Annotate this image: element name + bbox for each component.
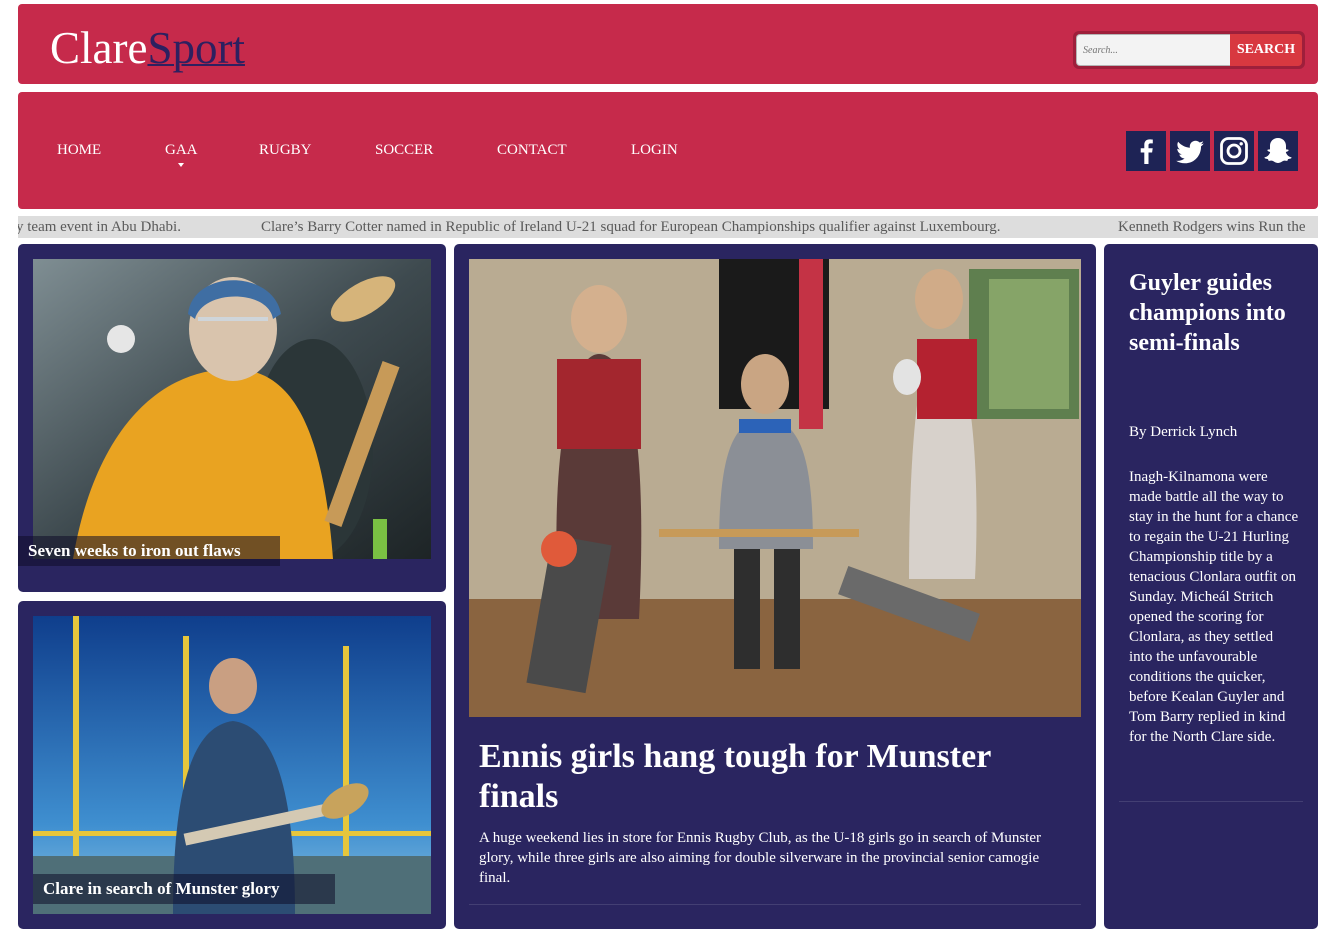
sidebar-headline[interactable]: Guyler guides champions into semi-finals [1129, 268, 1299, 358]
ticker-item[interactable]: Clare’s Barry Cotter named in Republic o… [261, 216, 1001, 238]
ticker-item[interactable]: y team event in Abu Dhabi. [18, 216, 181, 238]
nav-item-soccer[interactable]: SOCCER [375, 142, 433, 159]
story-card-top-left: Seven weeks to iron out flaws [18, 244, 446, 592]
sidebar-excerpt: Inagh-Kilnamona were made battle all the… [1129, 469, 1299, 745]
feature-excerpt: A huge weekend lies in store for Ennis R… [479, 830, 1041, 886]
facebook-icon[interactable] [1126, 131, 1166, 171]
news-ticker: y team event in Abu Dhabi. Clare’s Barry… [18, 216, 1318, 238]
site-logo[interactable]: ClareSport [50, 22, 245, 74]
author-byline: By Derrick Lynch [1129, 424, 1238, 440]
story-caption[interactable]: Clare in search of Munster glory [33, 874, 335, 904]
search-form: SEARCH [1073, 31, 1305, 69]
instagram-icon[interactable] [1214, 131, 1254, 171]
nav-item-gaa[interactable]: GAA [165, 142, 198, 167]
story-card-bottom-left: Clare in search of Munster glory [18, 601, 446, 929]
feature-headline[interactable]: Ennis girls hang tough for Munster final… [479, 737, 1069, 817]
main-navigation: HOME GAA RUGBY SOCCER CONTACT LOGIN [18, 92, 1318, 209]
ticker-item[interactable]: Kenneth Rodgers wins Run the [1118, 216, 1305, 238]
hurler-photo[interactable] [33, 259, 431, 559]
feature-photo[interactable] [469, 259, 1081, 717]
nav-item-contact[interactable]: CONTACT [497, 142, 567, 159]
divider [1119, 801, 1303, 802]
snapchat-icon[interactable] [1258, 131, 1298, 171]
story-caption[interactable]: Seven weeks to iron out flaws [18, 536, 280, 566]
logo-sport: Sport [147, 23, 245, 73]
feature-story-card [454, 244, 1096, 929]
caret-down-icon [178, 163, 185, 167]
logo-clare: Clare [50, 23, 148, 73]
goalposts-photo[interactable] [33, 616, 431, 914]
nav-item-home[interactable]: HOME [57, 142, 101, 159]
nav-item-login[interactable]: LOGIN [631, 142, 678, 159]
nav-item-gaa-label: GAA [165, 142, 198, 158]
divider [469, 904, 1081, 905]
site-header: ClareSport SEARCH [18, 4, 1318, 84]
twitter-icon[interactable] [1170, 131, 1210, 171]
search-button[interactable]: SEARCH [1230, 34, 1302, 66]
search-input[interactable] [1076, 34, 1230, 66]
nav-item-rugby[interactable]: RUGBY [259, 142, 312, 159]
